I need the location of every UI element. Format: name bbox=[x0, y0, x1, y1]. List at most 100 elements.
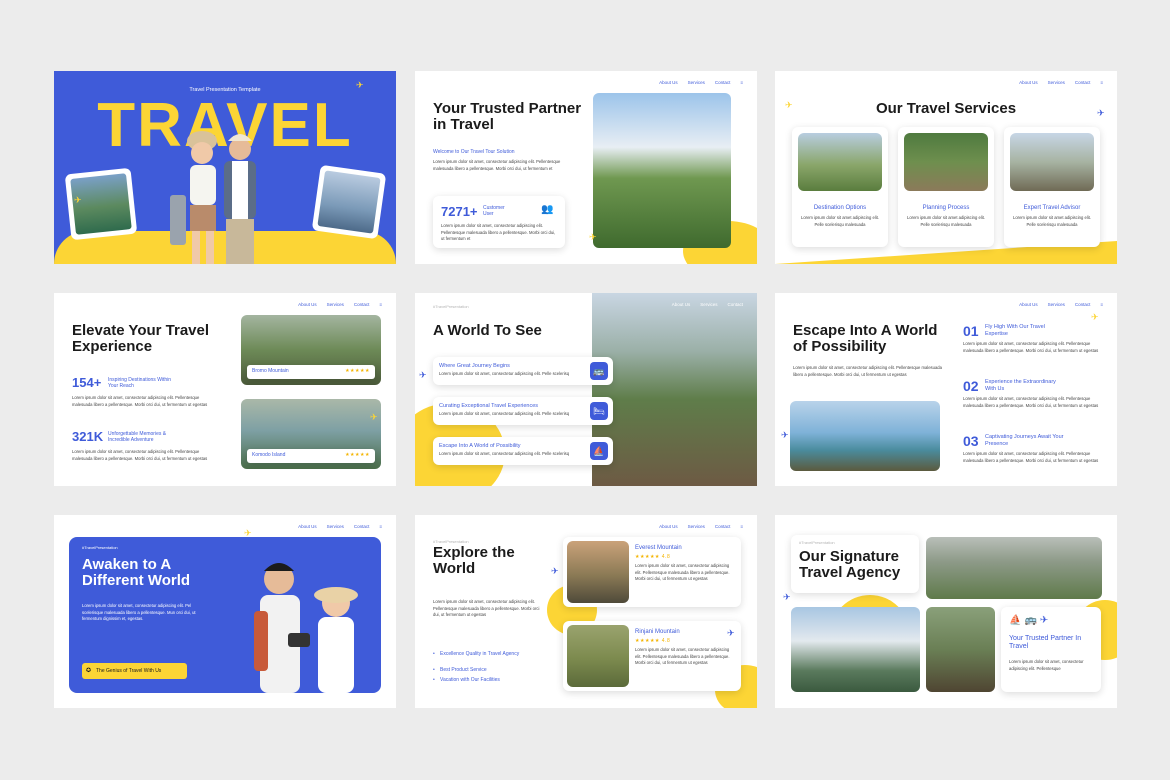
slide-title: Elevate Your Travel Experience bbox=[72, 322, 210, 355]
slide-explore[interactable]: About Us Services Contact ≡ #TravelPrese… bbox=[415, 515, 757, 708]
hiker-photo bbox=[593, 93, 731, 248]
airplane-icon: ✈ bbox=[74, 195, 82, 205]
destination-card[interactable]: Rinjani Mountain ★★★★★ 4.8 Lorem ipsum d… bbox=[563, 621, 741, 691]
everest-photo bbox=[567, 541, 629, 603]
point-title: Experience the Extraordinary With Us bbox=[985, 379, 1056, 392]
airplane-icon: ✈ bbox=[551, 566, 559, 576]
slide-services[interactable]: About Us Services Contact ≡ Our Travel S… bbox=[775, 71, 1117, 264]
photo-card-right bbox=[311, 164, 387, 240]
airplane-icon: ✈ bbox=[781, 430, 789, 440]
rating-stars: ★★★★★ bbox=[345, 368, 370, 374]
bus-icon: 🚌 bbox=[590, 362, 608, 380]
place-label-card: Bromo Mountain ★★★★★ bbox=[247, 365, 375, 379]
lake-photo bbox=[790, 401, 940, 471]
nav-services-link[interactable]: Services bbox=[327, 302, 344, 307]
nav-services-link[interactable]: Services bbox=[700, 302, 717, 307]
komodo-photo: Komodo Island ★★★★★ bbox=[241, 399, 381, 469]
bed-icon: 🛏 bbox=[590, 402, 608, 420]
slide-possibility[interactable]: About Us Services Contact ≡ Escape Into … bbox=[775, 293, 1117, 486]
slide-tag: #TravelPresentation bbox=[82, 545, 118, 550]
nav-about-link[interactable]: About Us bbox=[659, 80, 678, 85]
nav-services-link[interactable]: Services bbox=[327, 524, 344, 529]
top-nav: About Us Services Contact ≡ bbox=[659, 80, 743, 85]
point-number: 02 bbox=[963, 378, 979, 394]
place-name: Bromo Mountain bbox=[252, 368, 289, 374]
point-title: Captivating Journeys Await Your Presence bbox=[985, 434, 1064, 447]
nav-about-link[interactable]: About Us bbox=[298, 302, 317, 307]
misty-mountain-photo bbox=[926, 537, 1102, 599]
point-text: Lorem ipsum dolor sit amet, consectetur … bbox=[963, 451, 1099, 463]
nav-about-link[interactable]: About Us bbox=[672, 302, 691, 307]
nav-about-link[interactable]: About Us bbox=[659, 524, 678, 529]
nav-contact-link[interactable]: Contact bbox=[354, 302, 370, 307]
airplane-icon: ✈ bbox=[783, 592, 791, 602]
nav-about-link[interactable]: About Us bbox=[1019, 302, 1038, 307]
nav-contact-link[interactable]: Contact bbox=[715, 80, 731, 85]
service-title: Planning Process bbox=[922, 205, 970, 211]
slide-travel-cover[interactable]: Travel Presentation Template TRAVEL ✈ ✈ bbox=[54, 71, 396, 264]
bromo-photo: Bromo Mountain ★★★★★ bbox=[241, 315, 381, 385]
transport-icons: ⛵🚌✈ bbox=[1009, 615, 1052, 626]
item-text: Lorem ipsum dolor sit amet, consectetur … bbox=[439, 371, 570, 376]
destination-card[interactable]: Everest Mountain ★★★★★ 4.8 Lorem ipsum d… bbox=[563, 537, 741, 607]
place-text: Lorem ipsum dolor sit amet, consectetur … bbox=[635, 563, 730, 581]
stat-value: 321K bbox=[72, 429, 104, 444]
nav-about-link[interactable]: About Us bbox=[1019, 80, 1038, 85]
airplane-icon: ✈ bbox=[785, 100, 793, 110]
slide-elevate[interactable]: About Us Services Contact ≡ Elevate Your… bbox=[54, 293, 396, 486]
nav-contact-link[interactable]: Contact bbox=[727, 302, 743, 307]
item-text: Lorem ipsum dolor sit amet, consectetur … bbox=[439, 451, 570, 456]
mountain-photo: About Us Services Contact bbox=[592, 293, 757, 486]
slide-world-to-see[interactable]: #TravelPresentation A World To See About… bbox=[415, 293, 757, 486]
nav-services-link[interactable]: Services bbox=[688, 80, 705, 85]
service-card-planning[interactable]: Planning Process Lorem ipsum dolor sit a… bbox=[898, 127, 994, 247]
service-card-advisor[interactable]: Expert Travel Advisor Lorem ipsum dolor … bbox=[1004, 127, 1100, 247]
slide-title: Our Signature Travel Agency bbox=[799, 548, 901, 581]
airplane-icon: ✈ bbox=[419, 370, 427, 380]
nav-services-link[interactable]: Services bbox=[688, 524, 705, 529]
slide-awaken[interactable]: About Us Services Contact ≡ #TravelPrese… bbox=[54, 515, 396, 708]
slide-trusted-partner[interactable]: About Us Services Contact ≡ Your Trusted… bbox=[415, 71, 757, 264]
place-name: Komodo Island bbox=[252, 452, 286, 458]
nav-services-link[interactable]: Services bbox=[1048, 80, 1065, 85]
slide-tag: #TravelPresentation bbox=[433, 304, 469, 309]
journey-item[interactable]: Where Great Journey Begins Lorem ipsum d… bbox=[433, 357, 613, 385]
stat-text: Lorem ipsum dolor sit amet, consectetur … bbox=[441, 223, 556, 241]
nav-contact-link[interactable]: Contact bbox=[1075, 80, 1091, 85]
slide-title: Awaken to A Different World bbox=[82, 556, 191, 589]
nav-contact-link[interactable]: Contact bbox=[715, 524, 731, 529]
menu-icon[interactable]: ≡ bbox=[379, 524, 382, 529]
service-title: Destination Options bbox=[813, 205, 867, 211]
menu-icon[interactable]: ≡ bbox=[1100, 80, 1103, 85]
airplane-icon: ✈ bbox=[1091, 312, 1099, 322]
airplane-icon: ✈ bbox=[244, 528, 252, 538]
slide-tag: #TravelPresentation bbox=[799, 540, 835, 545]
body-text: Lorem ipsum dolor sit amet, consectetur … bbox=[793, 365, 942, 377]
slide-title: Escape Into A World of Possibility bbox=[793, 322, 938, 355]
nav-contact-link[interactable]: Contact bbox=[354, 524, 370, 529]
stat-value: 154+ bbox=[72, 375, 102, 390]
service-card-destination[interactable]: Destination Options Lorem ipsum dolor si… bbox=[792, 127, 888, 247]
meadow-photo bbox=[798, 133, 882, 191]
nav-about-link[interactable]: About Us bbox=[298, 524, 317, 529]
users-icon: 👥 bbox=[541, 204, 554, 215]
menu-icon[interactable]: ≡ bbox=[740, 524, 743, 529]
airplane-icon: ✈ bbox=[589, 232, 597, 242]
nav-contact-link[interactable]: Contact bbox=[1075, 302, 1091, 307]
journey-item[interactable]: Escape Into A World of Possibility Lorem… bbox=[433, 437, 613, 465]
service-text: Lorem ipsum dolor sit amet adipiscing el… bbox=[801, 215, 879, 227]
top-nav: About Us Services Contact ≡ bbox=[298, 524, 382, 529]
top-nav: About Us Services Contact ≡ bbox=[1019, 302, 1103, 307]
journey-item[interactable]: Curating Exceptional Travel Experiences … bbox=[433, 397, 613, 425]
info-text: Lorem ipsum dolor sit amet, consectetur … bbox=[1009, 659, 1084, 671]
title-card: #TravelPresentation Our Signature Travel… bbox=[791, 535, 919, 593]
nav-services-link[interactable]: Services bbox=[1048, 302, 1065, 307]
menu-icon[interactable]: ≡ bbox=[740, 80, 743, 85]
menu-icon[interactable]: ≡ bbox=[1100, 302, 1103, 307]
cta-button[interactable]: ✪ The Genius of Travel With Us bbox=[82, 663, 187, 679]
slide-signature[interactable]: #TravelPresentation Our Signature Travel… bbox=[775, 515, 1117, 708]
cloud-valley-photo bbox=[791, 607, 920, 692]
travelers-photo bbox=[254, 563, 358, 693]
body-text: Lorem ipsum dolor sit amet, consectetur … bbox=[433, 159, 561, 171]
menu-icon[interactable]: ≡ bbox=[379, 302, 382, 307]
